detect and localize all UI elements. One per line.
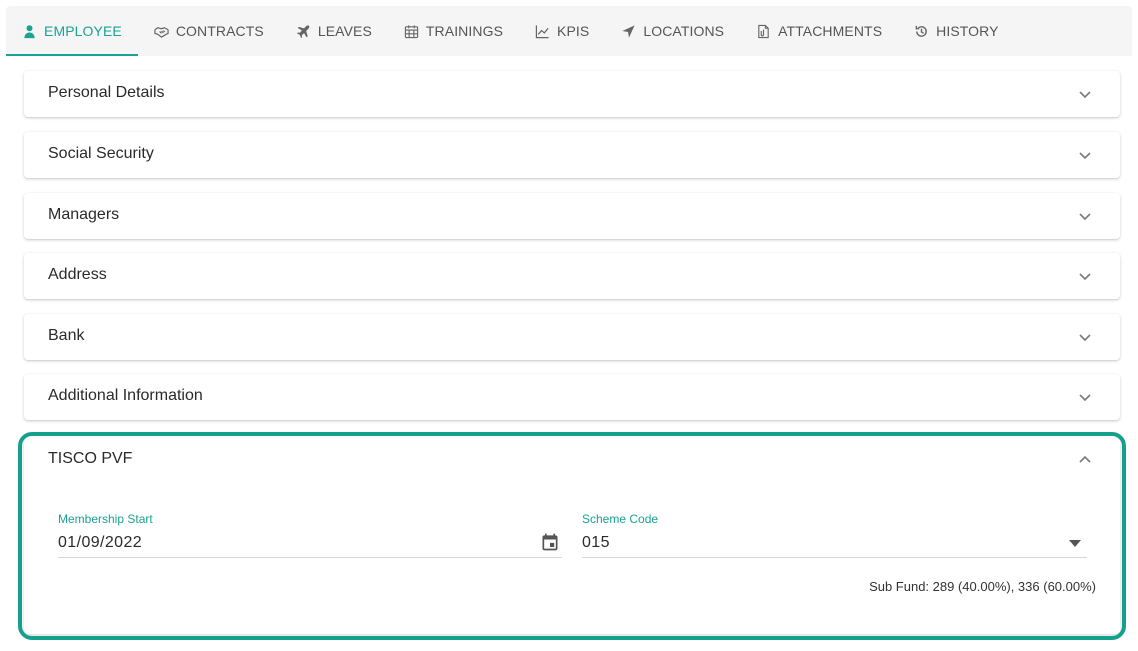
dropdown-caret-icon[interactable]	[1069, 540, 1081, 547]
scheme-code-label: Scheme Code	[582, 512, 659, 526]
chevron-down-icon	[1078, 150, 1092, 160]
panel-title: Personal Details	[48, 84, 165, 101]
location-arrow-icon	[621, 24, 636, 39]
chevron-down-icon	[1078, 211, 1092, 221]
membership-start-input[interactable]: 01/09/2022	[58, 532, 562, 558]
file-attachment-icon	[756, 24, 771, 39]
employee-page: Employee Contracts Leaves Trainings KPIs	[0, 0, 1138, 651]
calendar-icon[interactable]	[540, 532, 560, 552]
user-icon	[22, 24, 37, 39]
tab-label: Attachments	[778, 23, 883, 39]
panel-title: Social Security	[48, 145, 154, 162]
tab-label: Locations	[643, 23, 725, 39]
tab-employee[interactable]: Employee	[6, 6, 138, 56]
panel-title[interactable]: TISCO PVF	[48, 450, 132, 468]
panel-personal-details[interactable]: Personal Details	[24, 71, 1120, 117]
panel-managers[interactable]: Managers	[24, 193, 1120, 239]
panel-social-security[interactable]: Social Security	[24, 132, 1120, 178]
chevron-up-icon[interactable]	[1078, 455, 1092, 465]
tab-history[interactable]: History	[898, 6, 1014, 56]
panel-tisco-pvf: TISCO PVF Membership Start 01/09/2022 Sc…	[24, 438, 1120, 634]
tab-label: KPIs	[557, 23, 590, 39]
chevron-down-icon	[1078, 89, 1092, 99]
tab-locations[interactable]: Locations	[605, 6, 740, 56]
chevron-down-icon	[1078, 271, 1092, 281]
tab-leaves[interactable]: Leaves	[280, 6, 388, 56]
tab-label: Trainings	[425, 23, 504, 39]
chevron-down-icon	[1078, 332, 1092, 342]
sub-fund-text: Sub Fund: 289 (40.00%), 336 (60.00%)	[869, 579, 1096, 594]
plane-icon	[296, 24, 311, 39]
scheme-code-value: 015	[582, 534, 610, 551]
panel-address[interactable]: Address	[24, 253, 1120, 299]
membership-start-field: Membership Start 01/09/2022	[58, 512, 562, 558]
panel-title: Address	[48, 266, 107, 283]
tab-bar: Employee Contracts Leaves Trainings KPIs	[6, 6, 1132, 56]
panel-title: Additional Information	[48, 387, 203, 404]
line-chart-icon	[535, 24, 550, 39]
panel-bank[interactable]: Bank	[24, 314, 1120, 360]
tab-label: Contracts	[175, 23, 264, 39]
tab-trainings[interactable]: Trainings	[388, 6, 519, 56]
scheme-code-field: Scheme Code 015	[582, 512, 1087, 558]
tab-label: Employee	[44, 23, 122, 39]
handshake-icon	[154, 24, 169, 39]
history-icon	[914, 24, 929, 39]
membership-start-label: Membership Start	[58, 512, 153, 526]
tab-label: History	[936, 23, 999, 39]
calendar-grid-icon	[404, 24, 419, 39]
panel-title: Managers	[48, 206, 120, 223]
tab-contracts[interactable]: Contracts	[138, 6, 280, 56]
panel-title: Bank	[48, 327, 85, 344]
tab-kpis[interactable]: KPIs	[519, 6, 605, 56]
tab-attachments[interactable]: Attachments	[740, 6, 898, 56]
panel-additional-information[interactable]: Additional Information	[24, 374, 1120, 420]
scheme-code-select[interactable]: 015	[582, 532, 1087, 558]
tab-label: Leaves	[317, 23, 372, 39]
chevron-down-icon	[1078, 392, 1092, 402]
tab-spacer	[1015, 6, 1132, 56]
membership-start-value: 01/09/2022	[58, 534, 143, 551]
